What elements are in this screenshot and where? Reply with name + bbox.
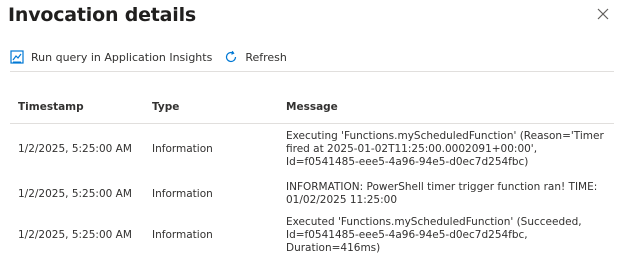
panel-title: Invocation details (8, 4, 197, 26)
column-header-message[interactable]: Message (278, 91, 614, 124)
run-query-label: Run query in Application Insights (31, 50, 213, 64)
invocation-details-panel: Invocation details Run query in Applicat… (0, 0, 624, 259)
cell-type: Information (152, 187, 213, 200)
cell-timestamp: 1/2/2025, 5:25:00 AM (18, 187, 132, 200)
run-query-button[interactable]: Run query in Application Insights (10, 47, 212, 67)
table-header-row: Timestamp Type Message (10, 91, 614, 124)
cell-message: Executing 'Functions.myScheduledFunction… (286, 129, 604, 168)
table-row[interactable]: 1/2/2025, 5:25:00 AM Information Execute… (10, 213, 614, 258)
table-row[interactable]: 1/2/2025, 5:25:00 AM Information Executi… (10, 123, 614, 175)
invocation-log-table: Timestamp Type Message 1/2/2025, 5:25:00… (10, 91, 614, 258)
cell-message: INFORMATION: PowerShell timer trigger fu… (286, 181, 598, 206)
close-icon (597, 8, 609, 20)
table-row[interactable]: 1/2/2025, 5:25:00 AM Information INFORMA… (10, 175, 614, 213)
cell-timestamp: 1/2/2025, 5:25:00 AM (18, 142, 132, 155)
cell-timestamp: 1/2/2025, 5:25:00 AM (18, 229, 132, 241)
refresh-label: Refresh (245, 50, 287, 64)
chart-icon (10, 50, 24, 64)
toolbar-divider (10, 71, 614, 72)
column-header-timestamp[interactable]: Timestamp (10, 91, 144, 124)
cell-type: Information (152, 142, 213, 155)
refresh-icon (224, 50, 238, 64)
close-button[interactable] (596, 6, 610, 20)
cell-message: Executed 'Functions.myScheduledFunction'… (286, 216, 582, 254)
refresh-button[interactable]: Refresh (224, 47, 287, 67)
column-header-type[interactable]: Type (144, 91, 278, 124)
toolbar: Run query in Application Insights Refres… (10, 47, 287, 67)
cell-type: Information (152, 229, 213, 241)
